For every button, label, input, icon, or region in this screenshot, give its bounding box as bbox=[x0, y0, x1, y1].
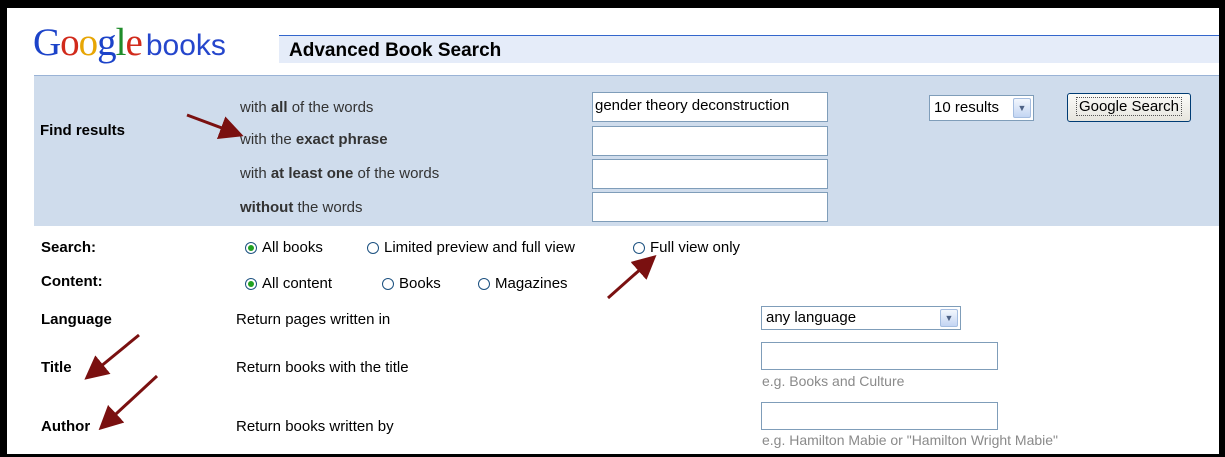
page-frame: Google books Advanced Book Search Find re… bbox=[7, 8, 1219, 454]
arrow-to-title bbox=[84, 333, 140, 380]
arrow-to-full-view-only bbox=[607, 255, 657, 300]
arrow-to-exact-phrase bbox=[186, 113, 244, 139]
annotation-arrows bbox=[84, 113, 657, 431]
arrow-to-author bbox=[98, 374, 159, 431]
